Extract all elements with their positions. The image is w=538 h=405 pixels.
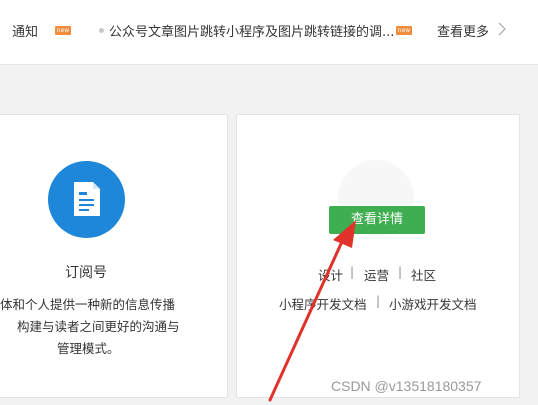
card-title: 订阅号 (65, 265, 107, 281)
separator: | (350, 265, 355, 279)
divider (0, 64, 538, 65)
card-description-line: 管理模式。 (57, 341, 120, 356)
see-more-link[interactable]: 查看更多 (437, 21, 489, 40)
watermark: CSDN @v13518180357 (331, 378, 482, 394)
design-link[interactable]: 设计 (318, 265, 343, 284)
card-description-line: 体和个人提供一种新的信息传播 (0, 297, 176, 312)
chevron-right-icon[interactable] (498, 22, 506, 36)
community-link[interactable]: 社区 (411, 265, 436, 284)
mini-program-card[interactable] (236, 114, 520, 398)
bullet-dot (99, 28, 104, 33)
separator: | (376, 294, 381, 308)
separator: | (398, 265, 403, 279)
new-badge: new (55, 26, 71, 35)
mini-game-docs-link[interactable]: 小游戏开发文档 (389, 294, 477, 313)
subscription-account-icon (48, 161, 125, 238)
card-description-line: 构建与读者之间更好的沟通与 (17, 319, 180, 334)
view-details-button[interactable]: 查看详情 (329, 206, 425, 234)
announcement-link[interactable]: 通知 (12, 21, 38, 40)
announcement-link[interactable]: 公众号文章图片跳转小程序及图片跳转链接的调... (109, 21, 394, 40)
new-badge: new (396, 26, 412, 35)
announcement-bar: 通知 new 公众号文章图片跳转小程序及图片跳转链接的调... new 查看更多 (0, 0, 538, 64)
operations-link[interactable]: 运营 (364, 265, 389, 284)
mini-program-docs-link[interactable]: 小程序开发文档 (279, 294, 367, 313)
document-icon (74, 182, 100, 216)
